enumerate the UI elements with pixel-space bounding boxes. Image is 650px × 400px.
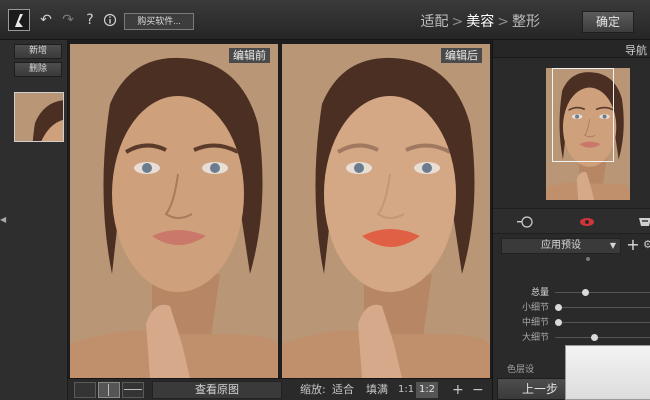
slider-medium-detail[interactable]: 中细节 — [493, 316, 650, 330]
stacked-view-button[interactable] — [122, 382, 144, 398]
bottom-toolbar: 查看原图 缩放: 适合 填满 1:1 1:2 + − — [68, 378, 492, 400]
step-separator: > — [451, 14, 464, 30]
layer-label: 色层设 — [507, 365, 535, 375]
step-separator: > — [497, 14, 509, 30]
slider-large-detail-label: 大细节 — [521, 333, 549, 343]
slider-medium-detail-label: 中细节 — [521, 318, 549, 328]
split-view-button[interactable] — [98, 382, 120, 398]
zoom-1-2-button[interactable]: 1:2 — [416, 382, 438, 398]
zoom-in-icon[interactable]: + — [452, 382, 464, 398]
zoom-1-1-button[interactable]: 1:1 — [398, 382, 414, 398]
left-panel: 新增 删除 ◀ — [0, 40, 68, 400]
slider-knob[interactable] — [590, 334, 598, 341]
view-original-button[interactable]: 查看原图 — [152, 381, 282, 399]
chevron-down-icon: ▼ — [609, 241, 616, 250]
slider-knob[interactable] — [555, 319, 562, 326]
slider-total[interactable]: 总量 — [493, 286, 650, 300]
delete-button[interactable]: 删除 — [14, 62, 62, 77]
navigator-title: 导航 — [625, 44, 647, 57]
add-preset-icon[interactable]: + — [626, 236, 640, 254]
single-view-button[interactable] — [74, 382, 96, 398]
after-label: 编辑后 — [441, 48, 482, 63]
zoom-fit-button[interactable]: 适合 — [332, 382, 354, 398]
eye-mode-icon[interactable] — [577, 215, 597, 229]
section-divider-handle[interactable] — [586, 257, 590, 261]
step-beauty[interactable]: 美容 — [466, 14, 494, 30]
zoom-fill-button[interactable]: 填满 — [366, 382, 388, 398]
zoom-out-icon[interactable]: − — [472, 382, 484, 398]
mode-tabs — [493, 208, 650, 234]
image-canvas: 编辑前 编辑后 — [68, 40, 492, 378]
history-thumbnail[interactable] — [14, 92, 64, 142]
navigator-viewport-frame[interactable] — [552, 68, 614, 162]
face-mode-icon[interactable] — [515, 215, 535, 229]
top-toolbar: ↶ ↷ ? 购买软件... 适配 > 美容 > 整形 确定 — [0, 0, 650, 40]
apply-preset-label: 应用预设 — [541, 240, 581, 251]
slider-track[interactable] — [555, 307, 650, 308]
new-button[interactable]: 新增 — [14, 44, 62, 59]
navigator-header: 导航 — [493, 40, 650, 58]
app-logo[interactable] — [8, 9, 30, 31]
confirm-button[interactable]: 确定 — [582, 11, 634, 33]
before-label: 编辑前 — [229, 48, 270, 63]
zoom-label: 缩放: — [300, 383, 326, 396]
collapse-left-icon[interactable]: ◀ — [0, 212, 6, 228]
help-icon[interactable]: ? — [80, 10, 100, 30]
apply-preset-dropdown[interactable]: 应用预设 ▼ — [501, 238, 621, 254]
info-icon[interactable] — [100, 10, 120, 30]
slider-large-detail[interactable]: 大细节 — [493, 331, 650, 345]
slider-track[interactable] — [555, 292, 650, 293]
right-panel: 导航 应用预设 ▼ + ⚙ 总量 小细节 中细节 大细节 色层设 上一步 — [492, 40, 650, 400]
gear-icon[interactable]: ⚙ — [643, 237, 650, 253]
slider-track[interactable] — [555, 337, 650, 338]
slider-small-detail[interactable]: 小细节 — [493, 301, 650, 315]
after-image: 编辑后 — [282, 44, 490, 378]
slider-small-detail-label: 小细节 — [521, 303, 549, 313]
buy-software-button[interactable]: 购买软件... — [124, 13, 194, 30]
undo-icon[interactable]: ↶ — [36, 10, 56, 30]
popup-preview — [565, 345, 650, 400]
redo-icon[interactable]: ↷ — [58, 10, 78, 30]
slider-track[interactable] — [555, 322, 650, 323]
slider-knob[interactable] — [581, 289, 589, 296]
workflow-steps: 适配 > 美容 > 整形 — [421, 13, 540, 31]
step-reshape[interactable]: 整形 — [512, 14, 540, 30]
before-image: 编辑前 — [70, 44, 278, 378]
mouth-mode-icon[interactable] — [635, 215, 650, 229]
step-fit[interactable]: 适配 — [421, 14, 449, 30]
slider-total-label: 总量 — [530, 288, 549, 298]
navigator-preview[interactable] — [546, 68, 630, 200]
slider-knob[interactable] — [555, 304, 562, 311]
